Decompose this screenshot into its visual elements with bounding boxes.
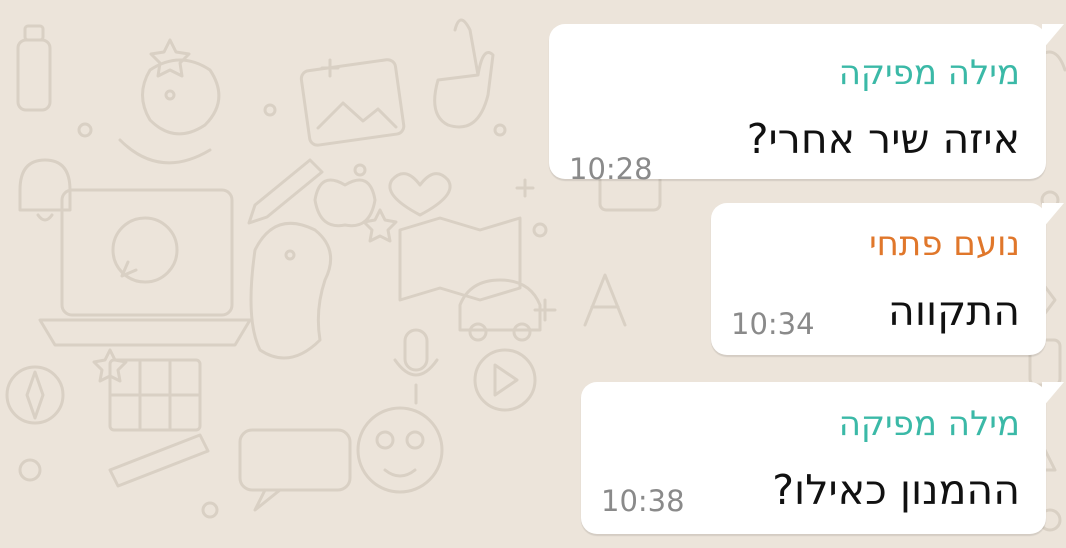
message-bubble[interactable]: מילה מפיקה איזה שיר אחרי? 10:28 — [549, 24, 1064, 186]
sender-name[interactable]: מילה מפיקה — [839, 53, 1020, 93]
bubble-tail — [1042, 24, 1064, 50]
message-text: התקווה — [888, 287, 1020, 335]
sender-name[interactable]: מילה מפיקה — [839, 404, 1020, 444]
bubble-tail — [1042, 203, 1064, 229]
message-timestamp: 10:38 — [601, 484, 685, 518]
message-text: ההמנון כאילו? — [772, 466, 1020, 514]
message-timestamp: 10:28 — [569, 152, 653, 186]
sender-name[interactable]: נועם פתחי — [869, 224, 1020, 264]
message-bubble[interactable]: נועם פתחי התקווה 10:34 — [711, 203, 1064, 355]
message-timestamp: 10:34 — [731, 307, 815, 341]
message-text: איזה שיר אחרי? — [746, 115, 1020, 163]
bubble-tail — [1042, 382, 1064, 408]
message-bubble[interactable]: מילה מפיקה ההמנון כאילו? 10:38 — [581, 382, 1064, 534]
